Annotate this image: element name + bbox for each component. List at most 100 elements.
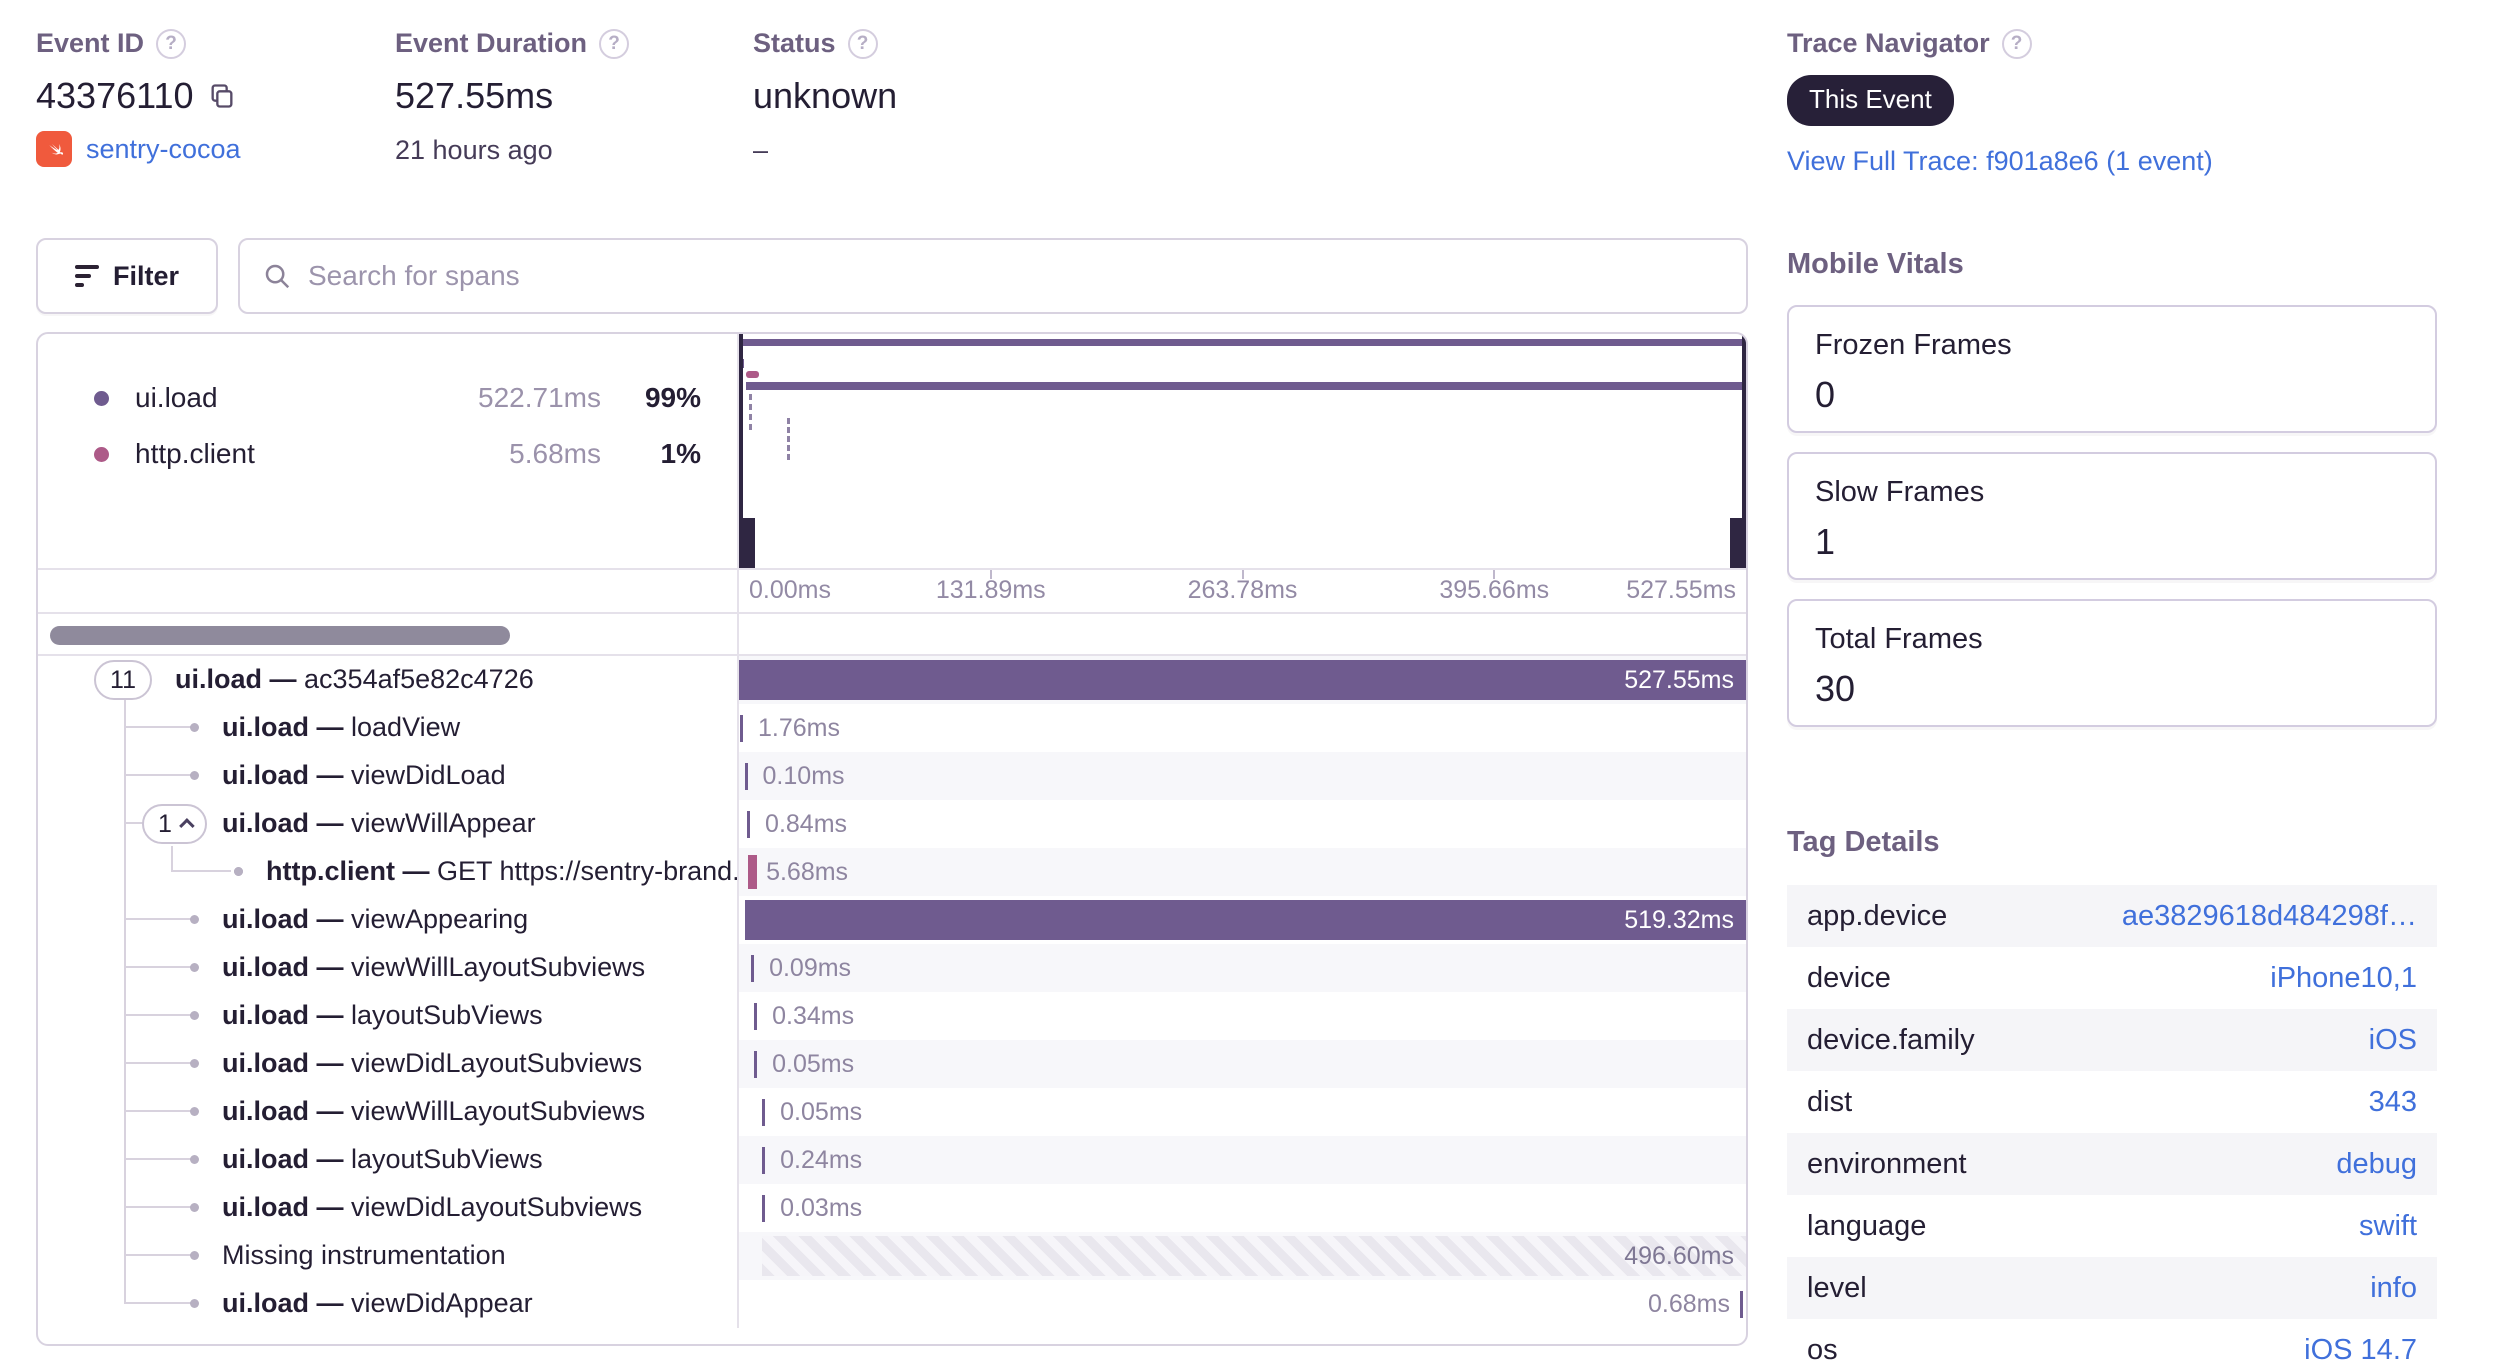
legend-item[interactable]: http.client 5.68ms 1% xyxy=(94,426,701,482)
span-tree-row[interactable]: ui.load — viewDidLoad xyxy=(38,752,737,800)
tree-node-dot xyxy=(190,1203,199,1212)
trace-minimap[interactable] xyxy=(739,334,1746,568)
span-duration-tick[interactable] xyxy=(762,1099,766,1126)
span-tree-row[interactable]: ui.load — viewDidLayoutSubviews xyxy=(38,1184,737,1232)
span-bar-row[interactable]: 0.10ms xyxy=(739,752,1746,800)
legend-item[interactable]: ui.load 522.71ms 99% xyxy=(94,370,701,426)
search-input[interactable] xyxy=(308,260,1724,292)
copy-icon[interactable] xyxy=(208,82,236,110)
vital-label: Slow Frames xyxy=(1815,476,1985,508)
span-tree-row[interactable]: 11 ui.load — ac354af5e82c4726 xyxy=(38,656,737,704)
tag-value-link[interactable]: ae3829618d484298f… xyxy=(2122,900,2417,933)
minimap-left-grip[interactable] xyxy=(739,518,755,568)
span-count-pill[interactable]: 1 xyxy=(142,804,207,844)
span-bar-row[interactable]: 527.55ms xyxy=(739,656,1746,704)
span-count-pill[interactable]: 11 xyxy=(94,660,152,700)
span-op: ui.load — xyxy=(222,1192,352,1222)
filter-button[interactable]: Filter xyxy=(36,238,218,314)
span-duration-tick[interactable] xyxy=(762,1147,766,1174)
span-tree-row[interactable]: ui.load — loadView xyxy=(38,704,737,752)
span-tree-row[interactable]: http.client — GET https://sentry-brand.s… xyxy=(38,848,737,896)
span-description: viewWillAppear xyxy=(351,808,536,838)
scrollbar-thumb[interactable] xyxy=(50,626,510,645)
span-duration-tick[interactable] xyxy=(754,1051,758,1078)
tag-value-link[interactable]: info xyxy=(2370,1272,2417,1305)
span-duration-bar[interactable]: 496.60ms xyxy=(762,1236,1746,1276)
span-bar-row[interactable]: 0.05ms xyxy=(739,1088,1746,1136)
span-tree-row[interactable]: ui.load — layoutSubViews xyxy=(38,992,737,1040)
span-duration-tick[interactable] xyxy=(744,763,748,790)
span-bar-row[interactable]: 0.84ms xyxy=(739,800,1746,848)
tree-node-dot xyxy=(190,1059,199,1068)
op-name: http.client xyxy=(135,438,255,469)
tree-node-dot xyxy=(190,1107,199,1116)
span-bar-row[interactable]: 0.03ms xyxy=(739,1184,1746,1232)
span-tree-row[interactable]: ui.load — viewDidLayoutSubviews xyxy=(38,1040,737,1088)
tree-child-connector xyxy=(171,846,231,872)
project-link[interactable]: sentry-cocoa xyxy=(86,134,241,165)
minimap-span-dashes xyxy=(787,418,790,460)
span-tree-row[interactable]: Missing instrumentation xyxy=(38,1232,737,1280)
span-bar-row[interactable]: 0.34ms xyxy=(739,992,1746,1040)
span-duration-tick[interactable] xyxy=(1740,1291,1743,1318)
tree-node-dot xyxy=(190,1011,199,1020)
tree-node-dot xyxy=(190,1251,199,1260)
tree-connector xyxy=(124,726,192,728)
span-bar-row[interactable]: 496.60ms xyxy=(739,1232,1746,1280)
span-description: viewWillLayoutSubviews xyxy=(351,1096,646,1126)
span-bar-row[interactable]: 5.68ms xyxy=(739,848,1746,896)
view-full-trace-link[interactable]: View Full Trace: f901a8e6 (1 event) xyxy=(1787,146,2213,177)
help-icon[interactable]: ? xyxy=(847,28,878,59)
op-percent: 99% xyxy=(644,382,701,413)
span-duration-tick[interactable] xyxy=(740,715,743,742)
span-title: ui.load — viewAppearing xyxy=(222,904,528,935)
span-title: ui.load — viewDidLoad xyxy=(222,760,506,791)
span-bar-row[interactable]: 1.76ms xyxy=(739,704,1746,752)
span-duration-label: 0.10ms xyxy=(762,762,845,790)
tag-key: device xyxy=(1807,961,1891,994)
span-description: viewDidLayoutSubviews xyxy=(351,1048,643,1078)
span-duration-label: 0.05ms xyxy=(780,1098,863,1126)
span-bar-row[interactable]: 0.68ms xyxy=(739,1280,1746,1328)
tag-value-link[interactable]: debug xyxy=(2336,1148,2417,1181)
span-duration-tick[interactable] xyxy=(748,855,758,889)
span-bar-row[interactable]: 0.24ms xyxy=(739,1136,1746,1184)
tag-value-link[interactable]: swift xyxy=(2359,1210,2417,1243)
span-waterfall-panel: ui.load 522.71ms 99% http.client 5.68ms … xyxy=(36,332,1748,1346)
minimap-right-grip[interactable] xyxy=(1730,518,1746,568)
tag-details-section: Tag Details app.device ae3829618d484298f… xyxy=(1787,826,2437,1366)
tree-node-dot xyxy=(190,1155,199,1164)
vital-value: 0 xyxy=(1815,374,1836,415)
tag-value-link[interactable]: iOS 14.7 xyxy=(2304,1334,2417,1366)
filter-icon xyxy=(74,265,99,287)
span-duration-tick[interactable] xyxy=(747,811,751,838)
span-duration-label: 0.84ms xyxy=(765,810,848,838)
span-tree-row[interactable]: ui.load — viewWillLayoutSubviews xyxy=(38,944,737,992)
span-duration-label: 0.68ms xyxy=(1648,1290,1730,1318)
help-icon[interactable]: ? xyxy=(2001,28,2032,59)
span-tree-row[interactable]: ui.load — layoutSubViews xyxy=(38,1136,737,1184)
span-duration-tick[interactable] xyxy=(762,1195,766,1222)
span-duration-bar[interactable]: 527.55ms xyxy=(739,660,1746,700)
span-duration-bar[interactable]: 519.32ms xyxy=(745,900,1746,940)
tag-value-link[interactable]: 343 xyxy=(2369,1086,2417,1119)
op-color-dot xyxy=(94,446,109,462)
tag-value-link[interactable]: iOS xyxy=(2369,1024,2417,1057)
help-icon[interactable]: ? xyxy=(599,28,630,59)
tag-value-link[interactable]: iPhone10,1 xyxy=(2270,962,2417,995)
help-icon[interactable]: ? xyxy=(156,28,187,59)
span-duration-label: 0.03ms xyxy=(780,1194,863,1222)
event-duration-value: 527.55ms xyxy=(395,75,554,116)
span-tree-row[interactable]: ui.load — viewAppearing xyxy=(38,896,737,944)
span-bar-row[interactable]: 0.05ms xyxy=(739,1040,1746,1088)
tag-key: language xyxy=(1807,1209,1927,1242)
span-duration-tick[interactable] xyxy=(754,1003,758,1030)
span-bar-row[interactable]: 0.09ms xyxy=(739,944,1746,992)
span-title: ui.load — viewDidLayoutSubviews xyxy=(222,1048,642,1079)
span-tree-row[interactable]: ui.load — viewDidAppear xyxy=(38,1280,737,1328)
span-duration-tick[interactable] xyxy=(751,955,755,982)
span-tree-row[interactable]: ui.load — viewWillLayoutSubviews xyxy=(38,1088,737,1136)
tree-connector xyxy=(124,1062,192,1064)
span-bar-row[interactable]: 519.32ms xyxy=(739,896,1746,944)
span-tree-row[interactable]: 1 ui.load — viewWillAppear xyxy=(38,800,737,848)
